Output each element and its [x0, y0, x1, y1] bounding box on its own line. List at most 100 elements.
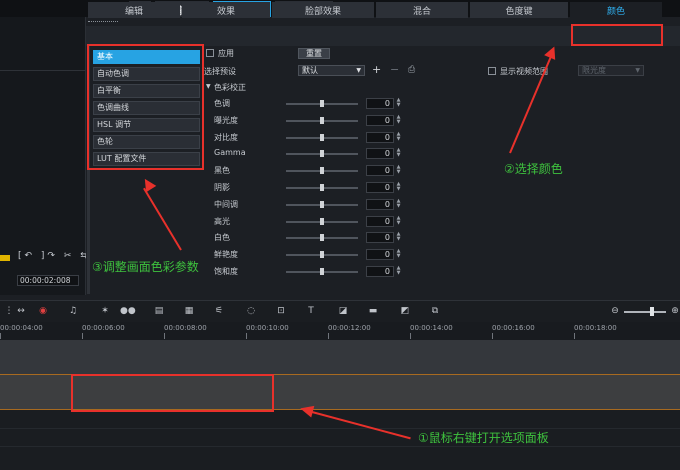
auto-music-icon[interactable]: ●● — [120, 305, 136, 317]
ruler-tick-mark — [574, 333, 575, 339]
slider-value-input[interactable]: 0 — [366, 266, 394, 277]
video-range-select[interactable]: 限光度 ▼ — [578, 65, 644, 76]
slider-value-input[interactable]: 0 — [366, 148, 394, 159]
slider-thumb[interactable] — [320, 251, 324, 258]
ruler-tick-mark — [410, 333, 411, 339]
spinner-icon[interactable]: ▲ ▼ — [395, 98, 402, 109]
chevron-down-icon: ▼ — [635, 67, 640, 74]
spinner-icon[interactable]: ▲ ▼ — [395, 165, 402, 176]
crop-icon[interactable]: ⊡ — [274, 305, 288, 317]
apply-label: 应用 — [218, 49, 234, 58]
slider-label: 色调 — [214, 99, 230, 108]
zoom-out-icon[interactable]: ⊖ — [608, 305, 622, 317]
ruler-tick-label: 00:00:16:00 — [492, 324, 535, 332]
ruler-tick-label: 00:00:10:00 — [246, 324, 289, 332]
subtab-edit[interactable]: 编辑 — [88, 2, 180, 18]
slider-thumb[interactable] — [320, 201, 324, 208]
ruler-tick-label: 00:00:14:00 — [410, 324, 453, 332]
motion-track-icon[interactable]: ▬ — [366, 305, 380, 317]
subtab-blend[interactable]: 混合 — [376, 2, 468, 18]
ruler-tick-label: 00:00:08:00 — [164, 324, 207, 332]
section-expand-icon[interactable]: ▼ — [206, 83, 211, 90]
speed-icon[interactable]: ⚟ — [212, 305, 226, 317]
annotation-step-2: ②选择颜色 — [504, 162, 563, 176]
split-screen-icon[interactable]: ◪ — [336, 305, 350, 317]
trim-controls[interactable]: [↶ ]↷ ✂ ⇆ — [18, 251, 91, 261]
show-video-range-checkbox[interactable] — [488, 67, 496, 75]
spinner-icon[interactable]: ▲ ▼ — [395, 232, 402, 243]
slider-value-input[interactable]: 0 — [366, 98, 394, 109]
subtab-color[interactable]: 颜色 — [570, 2, 662, 18]
zoom-slider[interactable] — [624, 311, 666, 313]
spinner-icon[interactable]: ▲ ▼ — [395, 266, 402, 277]
slider-value-input[interactable]: 0 — [366, 232, 394, 243]
slider-thumb[interactable] — [320, 150, 324, 157]
reset-button[interactable]: 重置 — [298, 48, 330, 59]
slider-thumb[interactable] — [320, 100, 324, 107]
zoom-slider-thumb[interactable] — [650, 307, 654, 316]
range-value: 限光度 — [582, 66, 606, 75]
snapshot-icon[interactable]: ◩ — [398, 305, 412, 317]
slider-label: 曝光度 — [214, 116, 238, 125]
ruler-tick-label: 00:00:18:00 — [574, 324, 617, 332]
add-preset-icon[interactable]: + — [372, 63, 381, 76]
replace-icon[interactable]: ⧉ — [428, 305, 442, 317]
spinner-icon[interactable]: ▲ ▼ — [395, 132, 402, 143]
ruler-tick-label: 00:00:06:00 — [82, 324, 125, 332]
slider-value-input[interactable]: 0 — [366, 165, 394, 176]
slider-value-input[interactable]: 0 — [366, 182, 394, 193]
ruler-tick-mark — [82, 333, 83, 339]
subtitle-icon[interactable]: ▤ — [152, 305, 166, 317]
grip-handle[interactable] — [88, 21, 118, 24]
spinner-icon[interactable]: ▲ ▼ — [395, 216, 402, 227]
annotation-box-track — [71, 374, 274, 412]
mask-icon[interactable]: ◌ — [244, 305, 258, 317]
ruler-tick-mark — [164, 333, 165, 339]
ruler-tick-mark — [246, 333, 247, 339]
slider-value-input[interactable]: 0 — [366, 199, 394, 210]
motion-icon[interactable]: ✶ — [98, 305, 112, 317]
slider-value-input[interactable]: 0 — [366, 249, 394, 260]
slider-thumb[interactable] — [320, 184, 324, 191]
divider — [0, 70, 86, 71]
preset-select[interactable]: 默认 ▼ — [298, 65, 365, 76]
slider-value-input[interactable]: 0 — [366, 115, 394, 126]
slider-value-input[interactable]: 0 — [366, 216, 394, 227]
record-icon[interactable]: ◉ — [36, 305, 50, 317]
ruler-tick-mark — [328, 333, 329, 339]
save-preset-icon[interactable]: ⎙ — [408, 65, 415, 75]
annotation-box-menu — [87, 44, 204, 170]
spinner-icon[interactable]: ▲ ▼ — [395, 148, 402, 159]
multi-cam-icon[interactable]: ▦ — [182, 305, 196, 317]
remove-preset-icon[interactable]: − — [390, 63, 399, 76]
slider-thumb[interactable] — [320, 167, 324, 174]
subtab-face-effects[interactable]: 脸部效果 — [272, 2, 374, 18]
slider-thumb[interactable] — [320, 268, 324, 275]
timeline-track[interactable] — [0, 340, 680, 374]
spinner-icon[interactable]: ▲ ▼ — [395, 115, 402, 126]
spinner-icon[interactable]: ▲ ▼ — [395, 182, 402, 193]
playhead-marker[interactable] — [0, 255, 10, 261]
3d-title-icon[interactable]: T — [304, 305, 318, 317]
apply-checkbox[interactable] — [206, 49, 214, 57]
slider-thumb[interactable] — [320, 134, 324, 141]
slider-label: 白色 — [214, 233, 230, 242]
subtab-effects[interactable]: 效果 — [182, 2, 270, 18]
annotation-step-3: ③调整画面色彩参数 — [92, 260, 199, 274]
audio-mixer-icon[interactable]: ♫ — [66, 305, 80, 317]
slider-thumb[interactable] — [320, 218, 324, 225]
spinner-icon[interactable]: ▲ ▼ — [395, 249, 402, 260]
ruler-tick-label: 00:00:12:00 — [328, 324, 371, 332]
annotation-step-1: ①鼠标右键打开选项面板 — [418, 431, 549, 445]
slider-label: 鲜艳度 — [214, 250, 238, 259]
timecode-display[interactable]: 00:00:02:008 — [17, 275, 79, 286]
slider-value-input[interactable]: 0 — [366, 132, 394, 143]
slider-thumb[interactable] — [320, 117, 324, 124]
undo-icon[interactable]: ↔ — [14, 305, 28, 317]
preset-label: 选择预设 — [204, 67, 236, 76]
subtab-chroma-key[interactable]: 色度键 — [470, 2, 568, 18]
zoom-in-icon[interactable]: ⊕ — [668, 305, 680, 317]
preset-value: 默认 — [302, 66, 318, 75]
spinner-icon[interactable]: ▲ ▼ — [395, 199, 402, 210]
slider-thumb[interactable] — [320, 234, 324, 241]
